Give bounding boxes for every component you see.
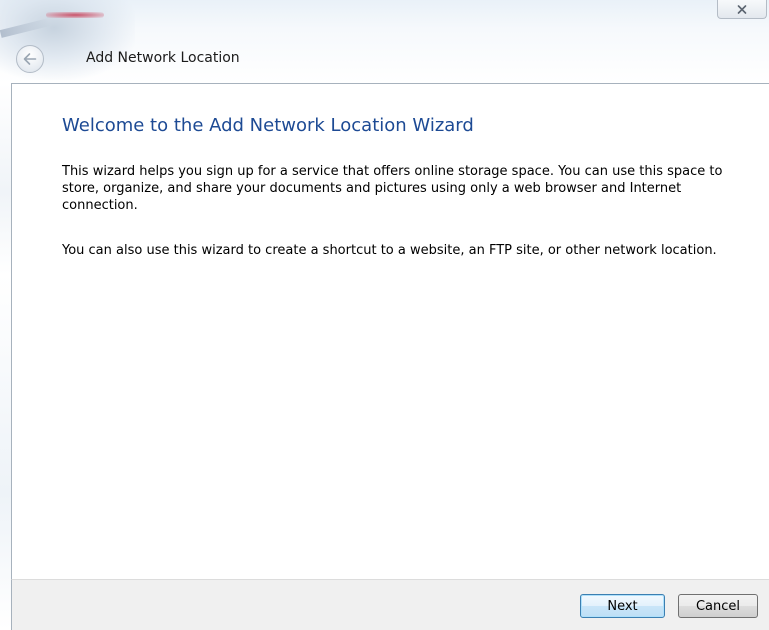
button-bar: Next Cancel: [11, 579, 769, 630]
window-left-frame: [0, 83, 11, 630]
wizard-window: Add Network Location Welcome to the Add …: [0, 0, 769, 630]
secondary-paragraph: You can also use this wizard to create a…: [62, 243, 717, 258]
intro-paragraph: This wizard helps you sign up for a serv…: [62, 164, 723, 213]
back-button[interactable]: [16, 45, 44, 73]
page-heading: Welcome to the Add Network Location Wiza…: [62, 115, 474, 136]
title-bar: Add Network Location: [0, 0, 769, 83]
glass-background-highlight: [46, 12, 104, 18]
close-button[interactable]: [717, 0, 767, 19]
back-arrow-icon: [22, 52, 38, 66]
close-icon: [737, 4, 747, 14]
next-button[interactable]: Next: [580, 594, 665, 618]
window-title: Add Network Location: [86, 50, 240, 66]
cancel-button[interactable]: Cancel: [678, 594, 758, 618]
wizard-content-panel: Welcome to the Add Network Location Wiza…: [11, 83, 769, 579]
